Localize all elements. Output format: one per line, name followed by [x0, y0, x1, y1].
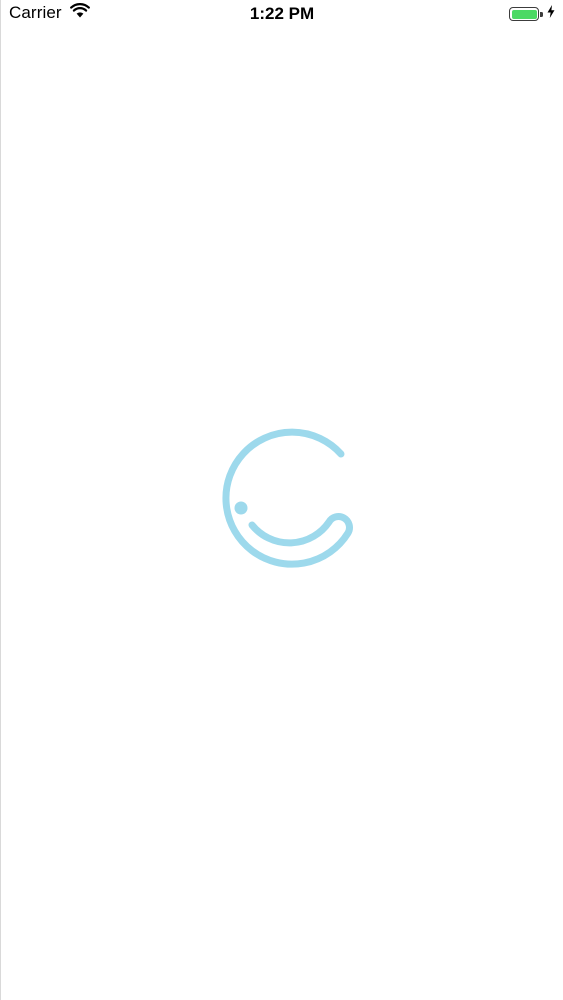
- status-right: [509, 5, 555, 23]
- battery-icon: [509, 7, 543, 21]
- battery-level-fill: [511, 9, 537, 19]
- status-bar: Carrier 1:22 PM: [1, 0, 563, 30]
- battery-cap: [540, 11, 543, 17]
- logo-eye-dot: [234, 501, 248, 515]
- smiley-logo-icon: [207, 420, 367, 580]
- logo-outer-arc: [222, 428, 353, 568]
- charging-bolt-icon: [547, 5, 555, 23]
- status-time: 1:22 PM: [249, 4, 315, 23]
- splash-screen: Carrier 1:22 PM: [0, 0, 563, 1000]
